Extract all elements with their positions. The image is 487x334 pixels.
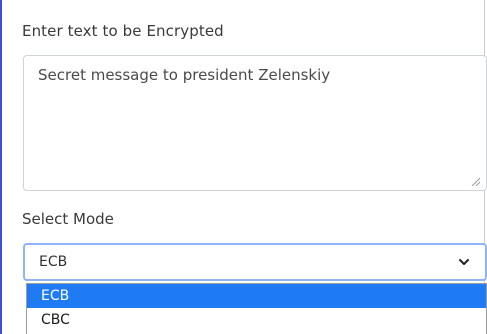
resize-grip-icon[interactable] — [470, 176, 480, 186]
dropdown-option-cbc[interactable]: CBC — [27, 308, 486, 332]
mode-dropdown-list: ECB CBC — [26, 283, 487, 334]
mode-select-label: Select Mode — [22, 210, 114, 228]
mode-select[interactable]: ECB — [23, 243, 487, 281]
chevron-down-icon — [459, 259, 469, 265]
text-input-label: Enter text to be Encrypted — [22, 22, 224, 40]
dropdown-option-ecb[interactable]: ECB — [27, 284, 486, 308]
encryption-form-panel: Enter text to be Encrypted Secret messag… — [0, 0, 487, 334]
mode-select-value: ECB — [39, 254, 68, 270]
plaintext-textarea[interactable]: Secret message to president Zelenskiy — [23, 55, 487, 191]
